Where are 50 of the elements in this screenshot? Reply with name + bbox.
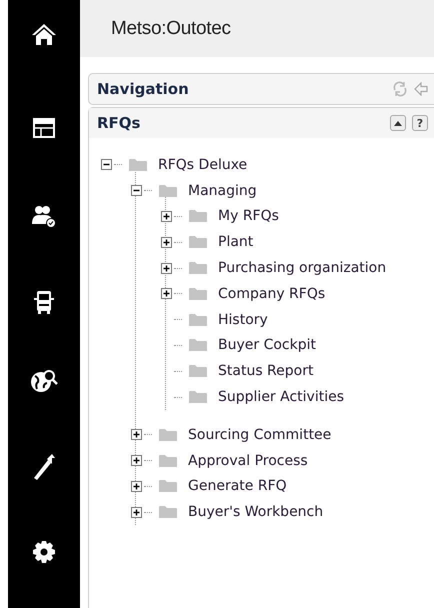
folder-icon [128,158,148,172]
folder-icon [188,235,208,250]
tree-item[interactable]: Sourcing Committee [188,426,332,443]
tree-item[interactable]: Company RFQs [218,286,326,302]
folder-icon [158,505,178,520]
expand-toggle[interactable] [161,236,172,248]
tree-item[interactable]: My RFQs [218,208,279,224]
tree-item[interactable]: Purchasing organization [218,260,386,276]
collapse-toggle[interactable] [101,159,112,170]
logo: Metso:Outotec [111,18,231,40]
truck-icon[interactable] [34,290,54,314]
expand-toggle[interactable] [131,429,142,440]
folder-icon [188,338,208,352]
tree-item[interactable]: Buyer's Workbench [188,504,324,520]
folder-icon [158,479,178,494]
folder-icon [158,184,178,198]
users-icon[interactable] [31,204,57,228]
folder-icon [188,261,208,276]
folder-icon [188,286,208,301]
caret-icon [394,120,402,126]
tree-item[interactable]: History [218,312,268,328]
expand-toggle[interactable] [161,262,172,274]
panel-title: Navigation [97,80,189,98]
folder-icon [188,390,208,404]
layout-icon[interactable] [33,118,55,138]
tree-item[interactable]: Supplier Activities [218,389,344,406]
folder-icon [158,428,178,442]
globe-search-icon[interactable] [30,368,58,394]
settings-icon[interactable] [32,540,56,564]
collapse-toggle[interactable] [131,185,142,196]
home-icon[interactable] [31,22,57,46]
folder-icon [158,454,178,468]
folder-icon [188,209,208,224]
tree-item[interactable]: Approval Process [188,452,308,469]
expand-toggle[interactable] [161,210,172,222]
panel-title: RFQs [97,114,140,132]
collapse-button[interactable] [390,115,406,131]
tree-item[interactable]: Buyer Cockpit [218,337,316,354]
tree-item[interactable]: Plant [218,234,254,250]
help-button[interactable]: ? [412,115,428,131]
tree-item[interactable]: Status Report [218,363,314,380]
tree-item[interactable]: Managing [188,182,257,199]
tree-item[interactable]: RFQs Deluxe [158,156,248,173]
expand-toggle[interactable] [131,480,142,492]
expand-toggle[interactable] [131,455,142,466]
tree-item[interactable]: Generate RFQ [188,478,287,494]
folder-icon [188,312,208,327]
expand-toggle[interactable] [131,506,142,518]
expand-toggle[interactable] [161,288,172,300]
folder-icon [188,364,208,378]
